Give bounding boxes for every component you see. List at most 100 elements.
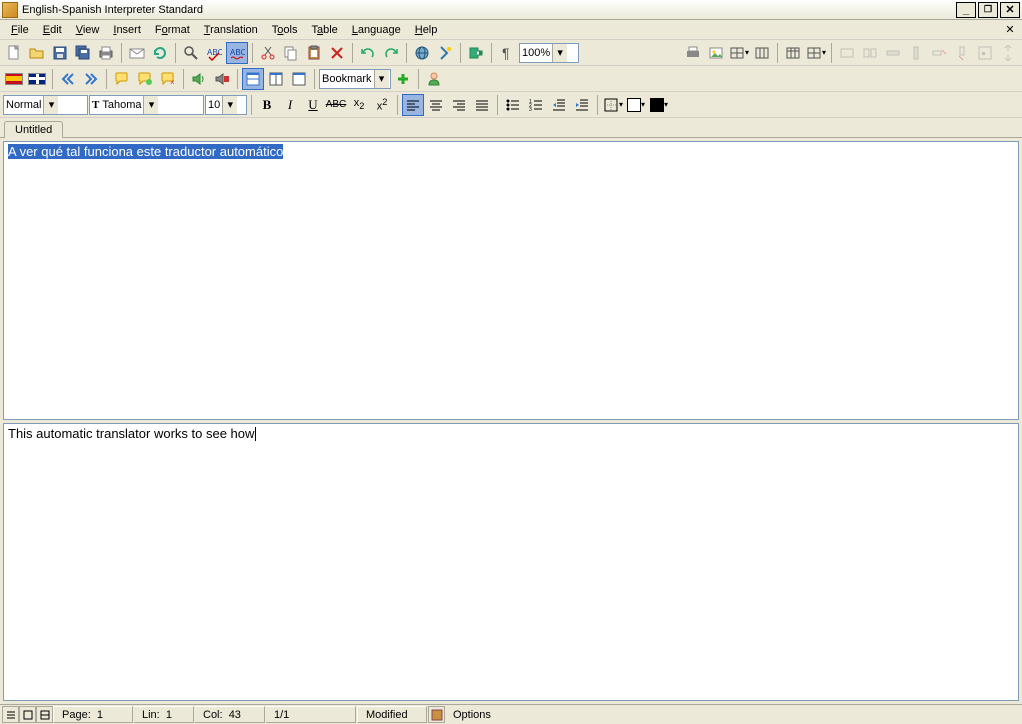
speak-button[interactable] xyxy=(188,68,210,90)
image-button[interactable] xyxy=(705,42,727,64)
underline-button[interactable]: U xyxy=(302,94,324,116)
menu-edit[interactable]: Edit xyxy=(36,22,69,38)
align-justify-button[interactable] xyxy=(471,94,493,116)
close-document-button[interactable]: ✕ xyxy=(1002,22,1018,38)
maximize-button[interactable]: ❐ xyxy=(978,2,998,18)
spellcheck-button[interactable]: ABC xyxy=(203,42,225,64)
translate-selection-button[interactable] xyxy=(434,42,456,64)
align-right-button[interactable] xyxy=(448,94,470,116)
find-button[interactable] xyxy=(180,42,202,64)
bullets-button[interactable] xyxy=(502,94,524,116)
copy-button[interactable] xyxy=(280,42,302,64)
font-combo[interactable]: T Tahoma ▾ xyxy=(89,95,204,115)
target-editor[interactable]: This automatic translator works to see h… xyxy=(3,423,1019,702)
chat3-button[interactable]: × xyxy=(157,68,179,90)
chat1-button[interactable] xyxy=(111,68,133,90)
view-mode-2-button[interactable] xyxy=(19,706,36,723)
align-center-button[interactable] xyxy=(425,94,447,116)
fontsize-combo[interactable]: 10 ▾ xyxy=(205,95,247,115)
view-mode-1-button[interactable] xyxy=(2,706,19,723)
save-all-button[interactable] xyxy=(72,42,94,64)
table-button[interactable] xyxy=(782,42,804,64)
save-button[interactable] xyxy=(49,42,71,64)
editor-container: A ver qué tal funciona este traductor au… xyxy=(0,138,1022,704)
chat2-button[interactable] xyxy=(134,68,156,90)
status-line: Lin: 1 xyxy=(134,706,194,723)
table2-button[interactable]: ▾ xyxy=(805,42,827,64)
strikethrough-button[interactable]: ABC xyxy=(325,94,347,116)
minimize-button[interactable]: _ xyxy=(956,2,976,18)
autofit-button xyxy=(997,42,1019,64)
superscript-button[interactable]: x2 xyxy=(371,94,393,116)
stop-speak-button[interactable] xyxy=(211,68,233,90)
print-button[interactable] xyxy=(95,42,117,64)
mail-button[interactable] xyxy=(126,42,148,64)
highlight-color-button[interactable]: ▾ xyxy=(625,94,647,116)
insert-row-button xyxy=(882,42,904,64)
font-value: Tahoma xyxy=(102,99,141,111)
font-color-button[interactable]: ▾ xyxy=(648,94,670,116)
source-editor[interactable]: A ver qué tal funciona este traductor au… xyxy=(3,141,1019,420)
export-button[interactable] xyxy=(465,42,487,64)
add-bookmark-button[interactable] xyxy=(392,68,414,90)
grid1-button[interactable]: ▾ xyxy=(728,42,750,64)
menu-format[interactable]: Format xyxy=(148,22,197,38)
refresh-button[interactable] xyxy=(149,42,171,64)
view-mode-3-button[interactable] xyxy=(36,706,53,723)
menu-tools[interactable]: Tools xyxy=(265,22,305,38)
redo-button[interactable] xyxy=(380,42,402,64)
italic-button[interactable]: I xyxy=(279,94,301,116)
standard-toolbar: ABC ABC ¶ 100% ▾ ▾ ▾ xyxy=(0,40,1022,66)
align-left-button[interactable] xyxy=(402,94,424,116)
svg-text:ABC: ABC xyxy=(207,48,222,57)
menu-insert[interactable]: Insert xyxy=(106,22,148,38)
menu-translation[interactable]: Translation xyxy=(197,22,265,38)
english-flag-button[interactable] xyxy=(26,68,48,90)
single-pane-button[interactable] xyxy=(288,68,310,90)
zoom-combo[interactable]: 100% ▾ xyxy=(519,43,579,63)
undo-button[interactable] xyxy=(357,42,379,64)
split-horizontal-button[interactable] xyxy=(242,68,264,90)
menu-file[interactable]: File xyxy=(4,22,36,38)
user-button[interactable] xyxy=(423,68,445,90)
bookmark-combo[interactable]: Bookmark ▾ xyxy=(319,69,391,89)
cut-button[interactable] xyxy=(257,42,279,64)
numbering-button[interactable]: 123 xyxy=(525,94,547,116)
open-button[interactable] xyxy=(26,42,48,64)
format-toolbar: Normal ▾ T Tahoma ▾ 10 ▾ B I U ABC x2 x2… xyxy=(0,92,1022,118)
bold-button[interactable]: B xyxy=(256,94,278,116)
merge-cells-button xyxy=(836,42,858,64)
menu-language[interactable]: Language xyxy=(345,22,408,38)
print-preview-button[interactable] xyxy=(682,42,704,64)
menu-help[interactable]: Help xyxy=(408,22,445,38)
translate-button[interactable] xyxy=(411,42,433,64)
autospell-button[interactable]: ABC xyxy=(226,42,248,64)
options-icon-button[interactable] xyxy=(428,706,445,723)
menu-table[interactable]: Table xyxy=(304,22,344,38)
borders-button[interactable]: ▾ xyxy=(602,94,624,116)
close-window-button[interactable]: ✕ xyxy=(1000,2,1020,18)
align-cell-button xyxy=(974,42,996,64)
status-options[interactable]: Options xyxy=(445,706,1019,723)
grid2-button[interactable] xyxy=(751,42,773,64)
style-value: Normal xyxy=(6,99,41,111)
subscript-button[interactable]: x2 xyxy=(348,94,370,116)
status-pages: 1/1 xyxy=(266,706,356,723)
new-document-button[interactable] xyxy=(3,42,25,64)
delete-button[interactable] xyxy=(326,42,348,64)
skip-forward-button[interactable] xyxy=(80,68,102,90)
spanish-flag-button[interactable] xyxy=(3,68,25,90)
document-tab[interactable]: Untitled xyxy=(4,121,63,138)
status-page: Page: 1 xyxy=(53,706,133,723)
svg-text:ABC: ABC xyxy=(230,48,245,57)
skip-back-button[interactable] xyxy=(57,68,79,90)
outdent-button[interactable] xyxy=(548,94,570,116)
translation-toolbar: × Bookmark ▾ xyxy=(0,66,1022,92)
paste-button[interactable] xyxy=(303,42,325,64)
style-combo[interactable]: Normal ▾ xyxy=(3,95,88,115)
indent-button[interactable] xyxy=(571,94,593,116)
menu-view[interactable]: View xyxy=(69,22,107,38)
split-vertical-button[interactable] xyxy=(265,68,287,90)
delete-col-button xyxy=(951,42,973,64)
paragraph-button[interactable]: ¶ xyxy=(496,42,518,64)
